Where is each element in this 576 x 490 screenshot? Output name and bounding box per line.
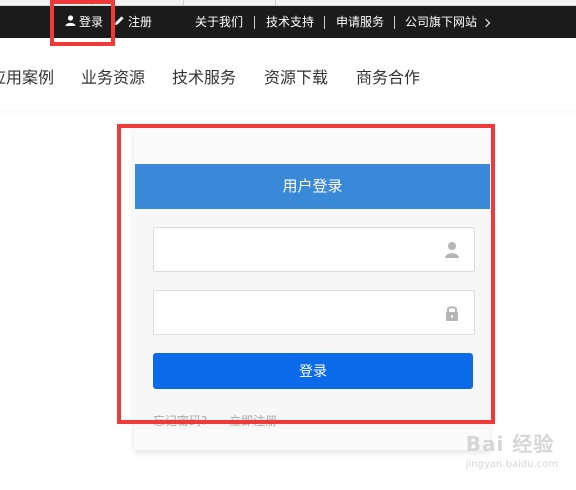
top-register-link[interactable]: 注册 <box>114 6 152 38</box>
nav-item-cases[interactable]: 应用案例 <box>0 68 54 88</box>
username-field[interactable] <box>153 227 475 272</box>
password-field[interactable] <box>153 290 475 335</box>
user-icon <box>444 241 460 259</box>
top-bar: 登录 注册 关于我们 技术支持 申请服务 公司旗下网站 <box>0 6 576 38</box>
nav-item-cooperation[interactable]: 商务合作 <box>356 68 420 88</box>
pencil-icon <box>114 6 125 38</box>
main-nav: 应用案例 业务资源 技术服务 资源下载 商务合作 <box>0 38 576 110</box>
top-apply-link[interactable]: 申请服务 <box>336 6 384 38</box>
register-now-link[interactable]: 立即注册 <box>229 414 277 428</box>
username-input[interactable] <box>154 228 474 271</box>
nav-item-downloads[interactable]: 资源下载 <box>264 68 328 88</box>
top-separator <box>394 16 395 29</box>
watermark-main: Bai 经验 <box>465 432 555 456</box>
nav-item-resources[interactable]: 业务资源 <box>81 68 145 88</box>
top-separator <box>254 16 255 29</box>
password-input[interactable] <box>154 291 474 334</box>
login-extra-links: 忘记密码? 立即注册 <box>153 412 295 429</box>
login-submit-button[interactable]: 登录 <box>153 353 473 389</box>
watermark-sub: jingyan.baidu.com <box>465 459 558 470</box>
top-login-label: 登录 <box>79 15 104 29</box>
chevron-right-icon <box>481 18 491 27</box>
top-sites-label: 公司旗下网站 <box>405 15 478 29</box>
page: 登录 注册 关于我们 技术支持 申请服务 公司旗下网站 应用案例 业务资源 技术… <box>0 0 576 490</box>
top-login-link[interactable]: 登录 <box>65 6 103 38</box>
top-sites-dropdown[interactable]: 公司旗下网站 <box>405 6 491 38</box>
login-panel-title: 用户登录 <box>135 164 490 209</box>
lock-icon <box>444 304 460 322</box>
top-separator <box>324 16 325 29</box>
user-icon <box>65 6 76 38</box>
top-register-label: 注册 <box>128 15 153 29</box>
top-about-link[interactable]: 关于我们 <box>195 6 243 38</box>
nav-item-tech-service[interactable]: 技术服务 <box>172 68 236 88</box>
baidu-jingyan-watermark: Bai 经验 jingyan.baidu.com <box>466 428 558 470</box>
forgot-password-link[interactable]: 忘记密码? <box>153 414 207 428</box>
top-support-link[interactable]: 技术支持 <box>266 6 314 38</box>
